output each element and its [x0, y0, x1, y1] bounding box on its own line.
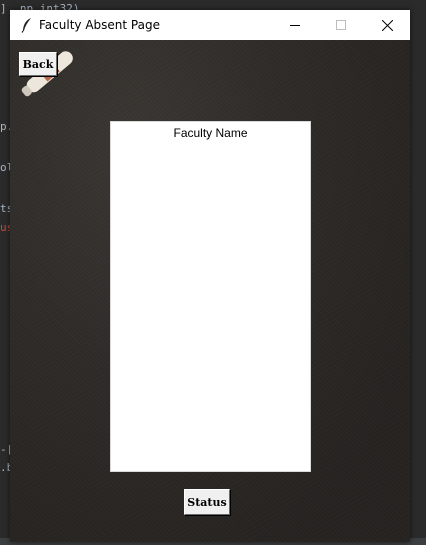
minimize-button[interactable]: [272, 10, 318, 40]
faculty-listbox[interactable]: Faculty Name: [110, 121, 311, 472]
close-icon: [381, 19, 393, 31]
faculty-absent-window: Faculty Absent Page Back Faculty Name St…: [10, 10, 410, 542]
faculty-name-header: Faculty Name: [173, 126, 248, 140]
window-title: Faculty Absent Page: [39, 18, 160, 32]
close-button[interactable]: [364, 10, 410, 40]
feather-icon: [21, 18, 31, 33]
back-button[interactable]: Back: [19, 52, 57, 76]
status-button[interactable]: Status: [184, 489, 230, 515]
content-area: Back Faculty Name Status: [10, 40, 410, 542]
minimize-icon: [290, 25, 300, 26]
maximize-button[interactable]: [318, 10, 364, 40]
maximize-icon: [336, 20, 346, 30]
title-bar[interactable]: Faculty Absent Page: [10, 10, 410, 40]
